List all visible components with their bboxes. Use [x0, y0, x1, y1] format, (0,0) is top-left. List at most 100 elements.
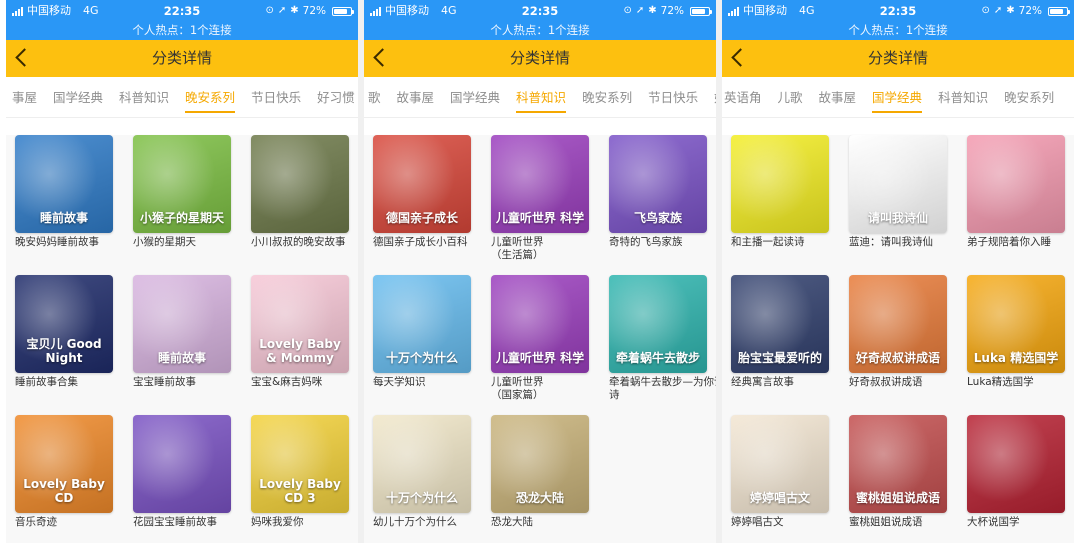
hotspot-banner[interactable]: 个人热点：1个连接: [6, 22, 358, 40]
cover-title: Lovely Baby & Mommy: [259, 337, 341, 365]
book-card[interactable]: 大杯说国学: [967, 415, 1074, 543]
book-cover[interactable]: [731, 135, 829, 233]
book-cover[interactable]: 婷婷唱古文: [731, 415, 829, 513]
book-cover[interactable]: 恐龙大陆: [491, 415, 589, 513]
book-cover[interactable]: [967, 415, 1065, 513]
book-cover[interactable]: 飞鸟家族: [609, 135, 707, 233]
tab-6[interactable]: 好: [706, 77, 716, 117]
book-card[interactable]: 小猴子的星期天 小猴的星期天: [133, 135, 245, 273]
tab-5[interactable]: 晚安系列: [996, 77, 1062, 117]
tab-0[interactable]: 歌: [364, 77, 389, 117]
book-card[interactable]: Luka 精选国学 Luka精选国学: [967, 275, 1074, 413]
tab-2[interactable]: 国学经典: [442, 77, 508, 117]
book-card[interactable]: 恐龙大陆 恐龙大陆: [491, 415, 603, 543]
book-cover[interactable]: 小猴子的星期天: [133, 135, 231, 233]
tab-3[interactable]: 科普知识: [508, 77, 574, 117]
book-cover[interactable]: 儿童听世界 科学: [491, 275, 589, 373]
tab-4[interactable]: 节日快乐: [243, 77, 309, 117]
tab-2[interactable]: 故事屋: [811, 77, 865, 117]
book-title: 大杯说国学: [967, 516, 1020, 528]
book-card[interactable]: 宝贝儿 Good Night 睡前故事合集: [15, 275, 127, 413]
book-cover[interactable]: 睡前故事: [133, 275, 231, 373]
book-cover[interactable]: 十万个为什么: [373, 275, 471, 373]
book-card[interactable]: 小川叔叔的晚安故事: [251, 135, 358, 273]
book-cover[interactable]: 胎宝宝最爱听的: [731, 275, 829, 373]
tab-1[interactable]: 国学经典: [45, 77, 111, 117]
cover-title: 恐龙大陆: [515, 491, 564, 505]
cover-title: 德国亲子成长: [385, 211, 458, 225]
book-card[interactable]: 胎宝宝最爱听的 经典寓言故事: [731, 275, 843, 413]
book-card[interactable]: 飞鸟家族 奇特的飞鸟家族: [609, 135, 716, 273]
book-cover[interactable]: 宝贝儿 Good Night: [15, 275, 113, 373]
tab-5[interactable]: 节日快乐: [640, 77, 706, 117]
cover-title: 睡前故事: [157, 351, 206, 365]
tab-5[interactable]: 好习惯: [309, 77, 358, 117]
category-tabs[interactable]: 歌故事屋国学经典科普知识晚安系列节日快乐好: [364, 77, 716, 118]
book-title: 蜜桃姐姐说成语: [849, 516, 923, 528]
book-card[interactable]: 儿童听世界 科学 儿童听世界 （国家篇）: [491, 275, 603, 413]
cover-title: 胎宝宝最爱听的: [737, 351, 822, 365]
book-cover[interactable]: 蜜桃姐姐说成语: [849, 415, 947, 513]
lock-rotation-icon: ⊙: [981, 5, 990, 16]
tab-3[interactable]: 国学经典: [864, 77, 930, 117]
book-cover[interactable]: 十万个为什么: [373, 415, 471, 513]
book-card[interactable]: Lovely Baby CD 音乐奇迹: [15, 415, 127, 543]
book-card[interactable]: 睡前故事 晚安妈妈睡前故事: [15, 135, 127, 273]
book-card[interactable]: 和主播一起读诗: [731, 135, 843, 273]
book-cover[interactable]: Luka 精选国学: [967, 275, 1065, 373]
cover-title: Luka 精选国学: [973, 351, 1059, 365]
location-icon: ➚: [635, 5, 645, 16]
book-card[interactable]: 弟子规陪着你入睡: [967, 135, 1074, 273]
book-card[interactable]: 十万个为什么每天学知识: [373, 275, 485, 413]
tab-2[interactable]: 科普知识: [111, 77, 177, 117]
bluetooth-icon: ✱: [290, 5, 299, 16]
book-card[interactable]: 婷婷唱古文 婷婷唱古文: [731, 415, 843, 543]
tab-1[interactable]: 故事屋: [389, 77, 443, 117]
book-cover[interactable]: Lovely Baby CD: [15, 415, 113, 513]
book-card[interactable]: 蜜桃姐姐说成语 蜜桃姐姐说成语: [849, 415, 961, 543]
book-cover[interactable]: 儿童听世界 科学: [491, 135, 589, 233]
book-card[interactable]: 德国亲子成长 德国亲子成长小百科: [373, 135, 485, 273]
book-cover[interactable]: [133, 415, 231, 513]
screenshot-collage: 中国移动 4G 22:35 ⊙ ➚ ✱ 72% 个人热点：1个连接 分类详情 事…: [0, 0, 1080, 543]
book-card[interactable]: 花园宝宝睡前故事: [133, 415, 245, 543]
book-card[interactable]: 十万个为什么 幼儿十万个为什么: [373, 415, 485, 543]
book-cover[interactable]: [251, 135, 349, 233]
tab-4[interactable]: 晚安系列: [574, 77, 640, 117]
book-card[interactable]: 牵着蜗牛去散步 牵着蜗牛去散步—为你读诗: [609, 275, 716, 413]
status-bar: 中国移动 4G 22:35 ⊙ ➚ ✱ 72% 个人热点：1个连接: [6, 0, 358, 40]
tab-1[interactable]: 儿歌: [770, 77, 811, 117]
book-cover[interactable]: 请叫我诗仙: [849, 135, 947, 233]
phone-screen-bedtime: 中国移动 4G 22:35 ⊙ ➚ ✱ 72% 个人热点：1个连接 分类详情 事…: [6, 0, 358, 543]
cover-title: 飞鸟家族: [633, 211, 682, 225]
category-tabs[interactable]: 事屋 国学经典 科普知识 晚安系列 节日快乐 好习惯: [6, 77, 358, 118]
book-grid: 睡前故事 晚安妈妈睡前故事 小猴子的星期天 小猴的星期天 小川叔叔的晚安故事宝贝儿 Go…: [6, 135, 358, 543]
tab-3[interactable]: 晚安系列: [177, 77, 243, 117]
book-title: 儿童听世界 （生活篇）: [491, 236, 544, 261]
book-cover[interactable]: Lovely Baby & Mommy: [251, 275, 349, 373]
tab-4[interactable]: 科普知识: [930, 77, 996, 117]
tab-0[interactable]: 英语角: [722, 77, 770, 117]
book-cover[interactable]: 牵着蜗牛去散步: [609, 275, 707, 373]
book-cover[interactable]: [967, 135, 1065, 233]
book-cover[interactable]: 德国亲子成长: [373, 135, 471, 233]
book-title: 小川叔叔的晚安故事: [251, 236, 346, 248]
book-card[interactable]: 儿童听世界 科学儿童听世界 （生活篇）: [491, 135, 603, 273]
book-cover[interactable]: Lovely Baby CD 3: [251, 415, 349, 513]
tab-0[interactable]: 事屋: [6, 77, 45, 117]
page-title: 分类详情: [151, 49, 212, 67]
book-cover[interactable]: 好奇叔叔讲成语: [849, 275, 947, 373]
book-card[interactable]: Lovely Baby & Mommy 宝宝&麻吉妈咪: [251, 275, 358, 413]
category-tabs[interactable]: 英语角 儿歌 故事屋 国学经典 科普知识 晚安系列: [722, 77, 1074, 118]
book-card[interactable]: Lovely Baby CD 3 妈咪我爱你: [251, 415, 358, 543]
location-icon: ➚: [277, 5, 287, 16]
hotspot-banner[interactable]: 个人热点：1个连接: [722, 22, 1074, 40]
book-card[interactable]: 好奇叔叔讲成语 好奇叔叔讲成语: [849, 275, 961, 413]
battery-percent: 72%: [302, 5, 326, 17]
nav-bar: 分类详情: [722, 40, 1074, 77]
hotspot-banner[interactable]: 个人热点：1个连接: [364, 22, 716, 40]
book-card[interactable]: 请叫我诗仙 蓝迪：请叫我诗仙: [849, 135, 961, 273]
book-card[interactable]: 睡前故事 宝宝睡前故事: [133, 275, 245, 413]
book-title: 每天学知识: [373, 376, 426, 388]
book-cover[interactable]: 睡前故事: [15, 135, 113, 233]
